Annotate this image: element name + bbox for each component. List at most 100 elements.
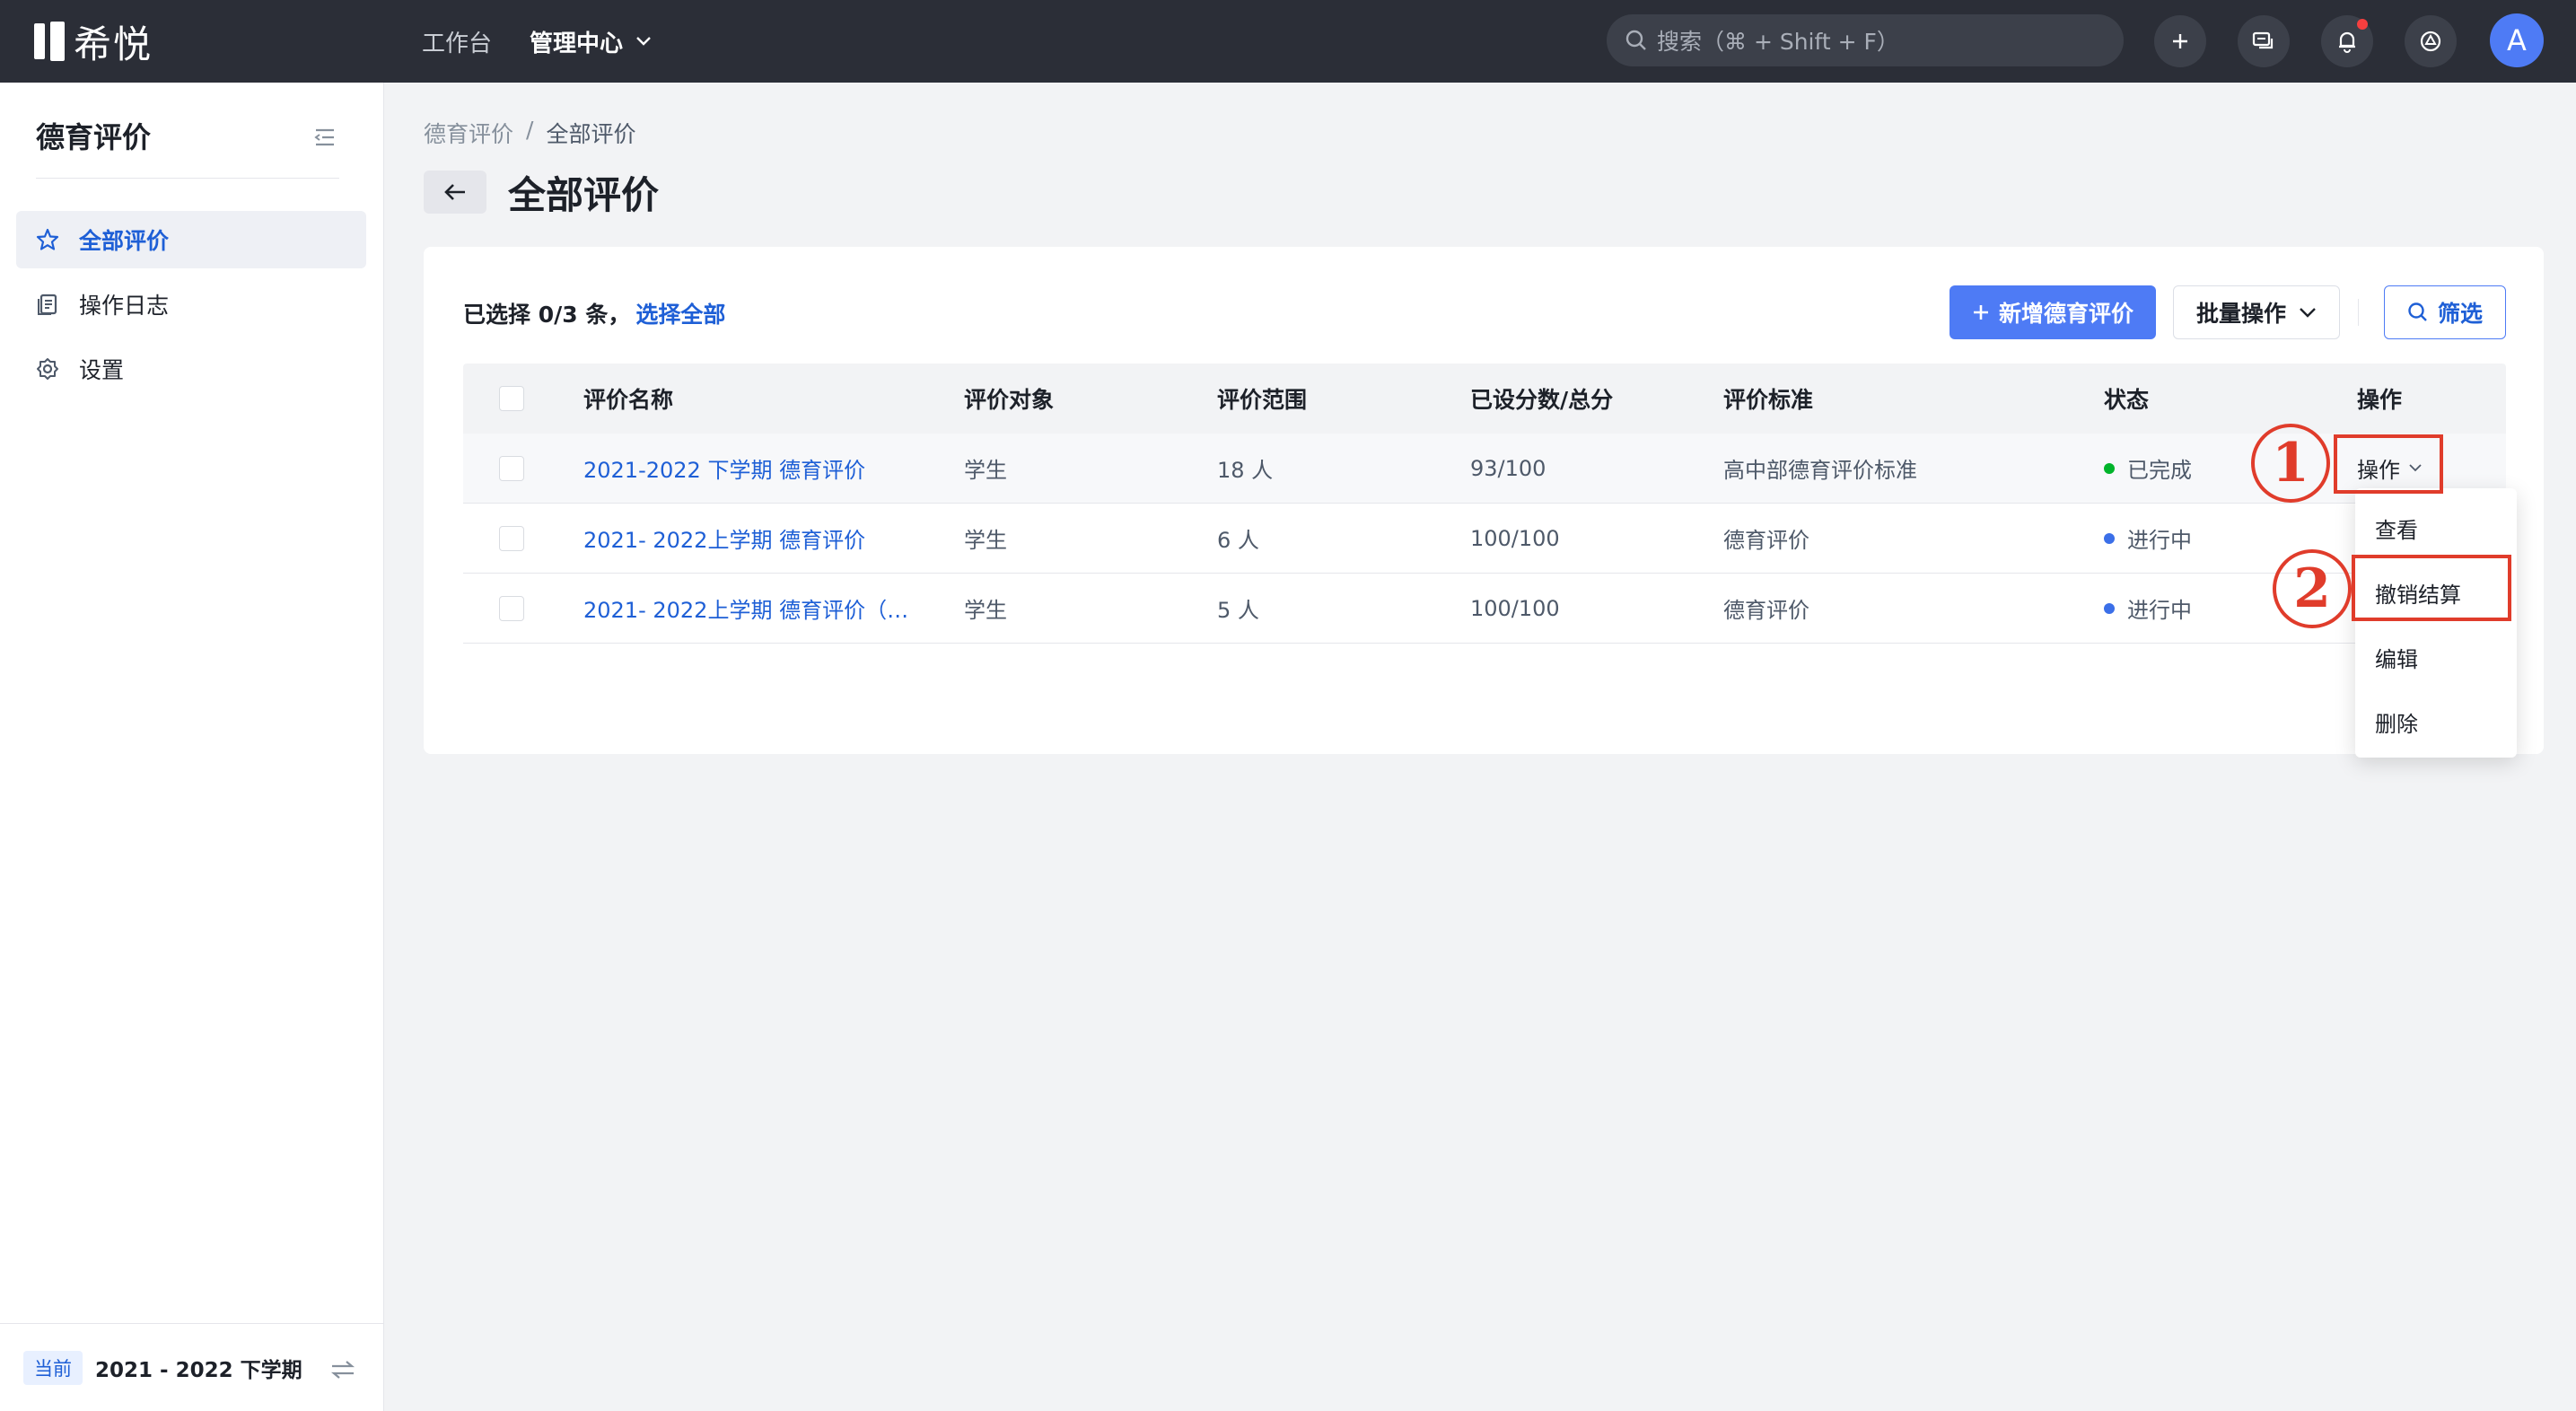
search-icon — [2407, 302, 2429, 323]
button-label: 新增德育评价 — [1998, 301, 2134, 327]
step-1-marker: 1 — [2251, 424, 2330, 503]
status-dot — [2104, 602, 2115, 614]
search-placeholder: 搜索（⌘ + Shift + F） — [1657, 29, 1899, 55]
select-all-checkbox[interactable] — [499, 386, 524, 411]
row-action-menu: 查看 撤销结算 编辑 删除 — [2355, 488, 2517, 758]
chat-icon — [2252, 31, 2275, 52]
filter-button[interactable]: 筛选 — [2384, 285, 2506, 339]
term-switcher[interactable]: 当前 2021 - 2022 下学期 — [0, 1323, 384, 1411]
nav-item-workbench[interactable]: 工作台 — [422, 25, 492, 58]
sidebar-item-label: 全部评价 — [79, 228, 170, 254]
back-button[interactable] — [424, 171, 486, 214]
menu-item-delete[interactable]: 删除 — [2355, 689, 2517, 754]
sidebar-divider — [36, 178, 339, 179]
settings-icon — [2419, 30, 2442, 53]
swap-icon[interactable] — [330, 1360, 355, 1380]
cell-range: 5 人 — [1217, 598, 1259, 623]
avatar[interactable]: A — [2490, 13, 2544, 67]
cell-range: 6 人 — [1217, 528, 1259, 553]
evaluation-list-card: 已选择 0/3 条， 选择全部 新增德育评价 批量操作 筛选 评价名称 评价对象 … — [424, 247, 2544, 754]
current-term-label: 2021 - 2022 下学期 — [95, 1358, 302, 1382]
sidebar-item-label: 设置 — [79, 357, 125, 383]
sidebar-item-operation-log[interactable]: 操作日志 — [16, 276, 366, 333]
chevron-down-icon — [635, 36, 652, 47]
cell-target: 学生 — [964, 458, 1007, 483]
evaluation-name-link[interactable]: 2021- 2022上学期 德育评价（… — [583, 592, 924, 624]
sidebar-item-settings[interactable]: 设置 — [16, 340, 366, 398]
row-checkbox[interactable] — [499, 455, 524, 481]
chevron-down-icon — [2299, 307, 2317, 318]
menu-item-edit[interactable]: 编辑 — [2355, 625, 2517, 689]
notification-dot — [2357, 19, 2368, 30]
nav-item-label: 工作台 — [422, 30, 493, 57]
cell-target: 学生 — [964, 528, 1007, 553]
column-header: 评价标准 — [1723, 387, 1814, 413]
page-title: 全部评价 — [508, 173, 660, 217]
status-label: 已完成 — [2127, 458, 2192, 483]
cell-score: 100/100 — [1470, 525, 1560, 551]
add-button[interactable] — [2154, 15, 2206, 67]
arrow-left-icon — [443, 182, 467, 202]
sidebar: 德育评价 全部评价 操作日志 设置 当前 2021 - 2022 下学期 — [0, 83, 384, 1411]
global-search-input[interactable]: 搜索（⌘ + Shift + F） — [1607, 14, 2124, 66]
evaluation-table: 评价名称 评价对象 评价范围 已设分数/总分 评价标准 状态 操作 2021-2… — [463, 364, 2506, 644]
select-all-link[interactable]: 选择全部 — [635, 302, 725, 328]
row-checkbox[interactable] — [499, 525, 524, 551]
gear-icon — [36, 357, 79, 381]
status-dot — [2104, 532, 2115, 544]
cell-standard: 德育评价 — [1723, 598, 1809, 623]
column-header: 已设分数/总分 — [1470, 387, 1614, 413]
table-row: 2021- 2022上学期 德育评价（… 学生 5 人 100/100 德育评价… — [463, 574, 2506, 644]
breadcrumb-item[interactable]: 德育评价 — [424, 117, 513, 149]
column-header: 评价范围 — [1217, 387, 1308, 413]
step-2-highlight-box — [2352, 555, 2511, 621]
breadcrumb-current: 全部评价 — [546, 121, 636, 147]
evaluation-name-link[interactable]: 2021- 2022上学期 德育评价 — [583, 522, 924, 554]
button-label: 筛选 — [2437, 301, 2483, 327]
column-header: 状态 — [2104, 387, 2150, 413]
nav-item-label: 管理中心 — [530, 30, 624, 57]
notification-button[interactable] — [2321, 15, 2373, 67]
nav-item-admin-center[interactable]: 管理中心 — [530, 25, 652, 58]
menu-item-view[interactable]: 查看 — [2355, 495, 2517, 560]
logo-text: 希悦 — [74, 22, 153, 66]
status-label: 进行中 — [2127, 598, 2192, 623]
batch-operation-button[interactable]: 批量操作 — [2173, 285, 2340, 339]
top-bar: 希悦 工作台 管理中心 搜索（⌘ + Shift + F） A — [0, 0, 2576, 83]
logo-mark-icon — [34, 22, 65, 61]
selection-count: 已选择 0/3 条， — [463, 302, 631, 328]
sidebar-item-label: 操作日志 — [79, 293, 170, 319]
selection-info: 已选择 0/3 条， 选择全部 — [463, 297, 725, 329]
sidebar-item-all-evaluations[interactable]: 全部评价 — [16, 211, 366, 268]
add-evaluation-button[interactable]: 新增德育评价 — [1950, 285, 2156, 339]
breadcrumb: 德育评价 / 全部评价 — [424, 117, 635, 149]
row-checkbox[interactable] — [499, 595, 524, 621]
plus-icon — [1972, 303, 1990, 321]
toolbar-divider — [2358, 299, 2359, 326]
evaluation-name-link[interactable]: 2021-2022 下学期 德育评价 — [583, 452, 924, 484]
star-icon — [36, 228, 79, 251]
document-icon — [36, 293, 79, 316]
status-label: 进行中 — [2127, 528, 2192, 553]
cell-score: 93/100 — [1470, 455, 1546, 481]
message-button[interactable] — [2238, 15, 2290, 67]
table-row: 2021- 2022上学期 德育评价 学生 6 人 100/100 德育评价 进… — [463, 504, 2506, 574]
column-header: 评价名称 — [583, 387, 674, 413]
bell-icon — [2336, 30, 2358, 53]
step-2-marker: 2 — [2273, 549, 2352, 628]
settings-button[interactable] — [2405, 15, 2457, 67]
cell-standard: 德育评价 — [1723, 528, 1809, 553]
app-logo[interactable]: 希悦 — [34, 18, 153, 66]
sidebar-title: 德育评价 — [36, 120, 152, 154]
column-header: 评价对象 — [964, 387, 1055, 413]
cell-standard: 高中部德育评价标准 — [1723, 458, 1917, 483]
top-nav: 工作台 管理中心 — [422, 22, 689, 61]
cell-score: 100/100 — [1470, 595, 1560, 621]
current-term-badge: 当前 — [23, 1350, 83, 1385]
button-label: 批量操作 — [2195, 301, 2286, 327]
cell-target: 学生 — [964, 598, 1007, 623]
cell-range: 18 人 — [1217, 458, 1274, 483]
collapse-sidebar-icon[interactable] — [314, 127, 336, 147]
search-icon — [1625, 29, 1657, 52]
column-header: 操作 — [2357, 387, 2403, 413]
